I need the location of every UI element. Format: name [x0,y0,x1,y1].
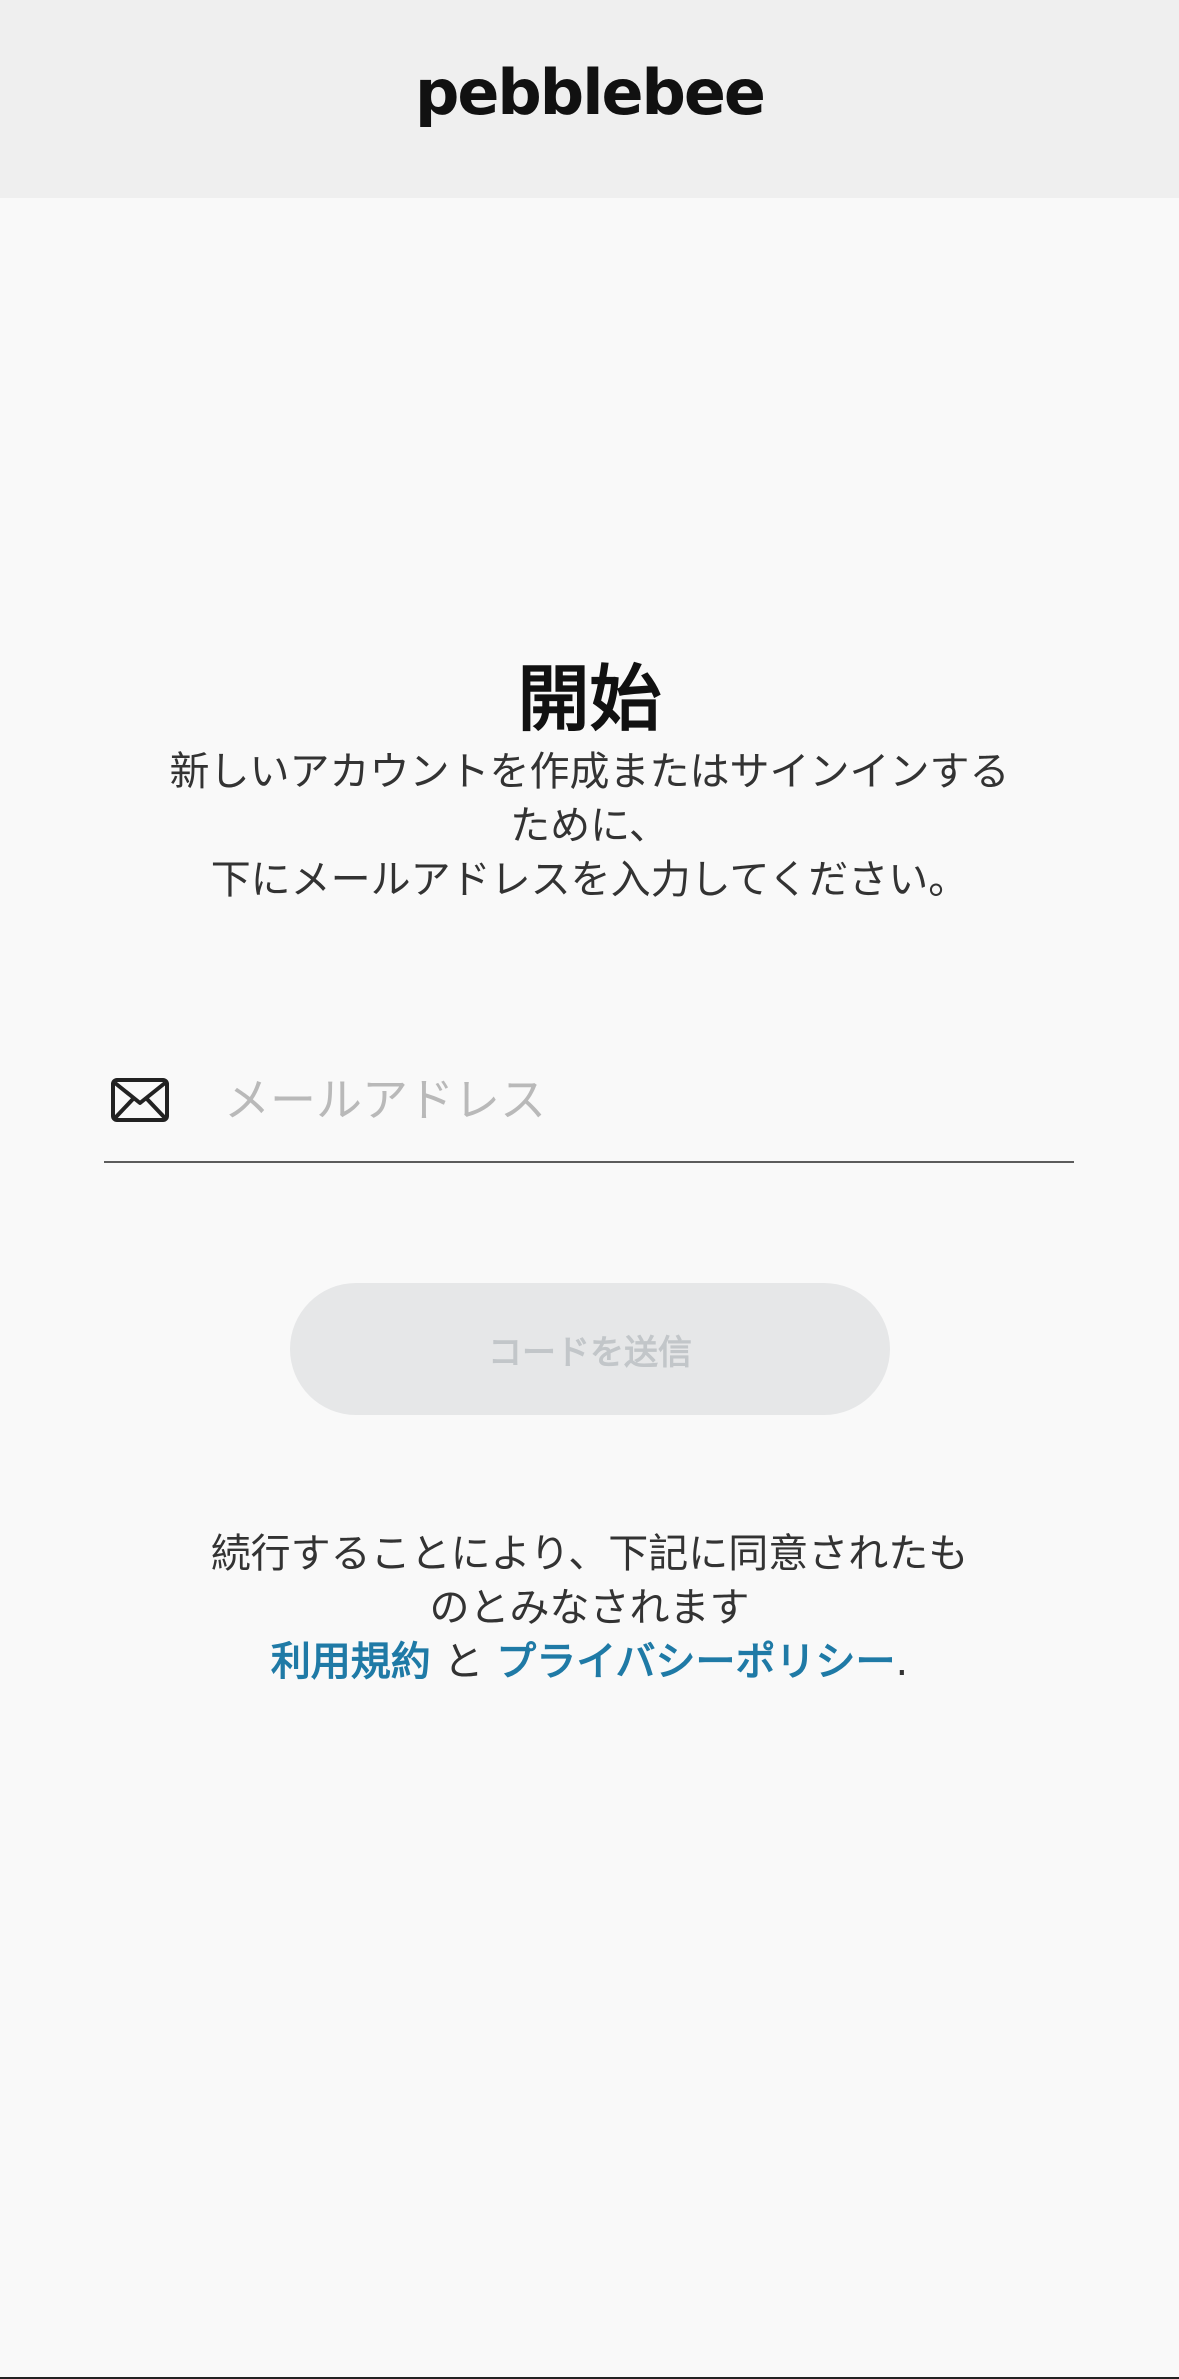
send-code-button[interactable]: コードを送信 [290,1283,890,1415]
terms-line-3: 利用規約 と プライバシーポリシー. [150,1635,1029,1689]
terms-line-2: のとみなされます [429,1585,750,1631]
subtitle-line-2: ために、 [510,803,669,849]
terms-end-period: . [895,1639,909,1685]
terms-line-1: 続行することにより、下記に同意されたも [210,1531,969,1577]
mail-icon [111,1078,169,1122]
email-input[interactable] [224,1065,1044,1135]
terms-notice: 続行することにより、下記に同意されたも のとみなされます 利用規約 と プライバ… [150,1527,1029,1689]
app-header: pebblebee [0,0,1179,198]
pebblebee-logo: pebblebee [415,56,766,129]
terms-and-text: と [430,1639,497,1685]
page-title: 開始 [517,657,662,741]
privacy-policy-link[interactable]: プライバシーポリシー [496,1639,895,1685]
subtitle-line-3: 下にメールアドレスを入力してください。 [210,857,969,903]
email-field-row [104,1045,1074,1163]
terms-of-service-link[interactable]: 利用規約 [271,1639,431,1685]
page-subtitle: 新しいアカウントを作成またはサインインする ために、 下にメールアドレスを入力し… [120,745,1059,907]
subtitle-line-1: 新しいアカウントを作成またはサインインする [169,749,1010,795]
